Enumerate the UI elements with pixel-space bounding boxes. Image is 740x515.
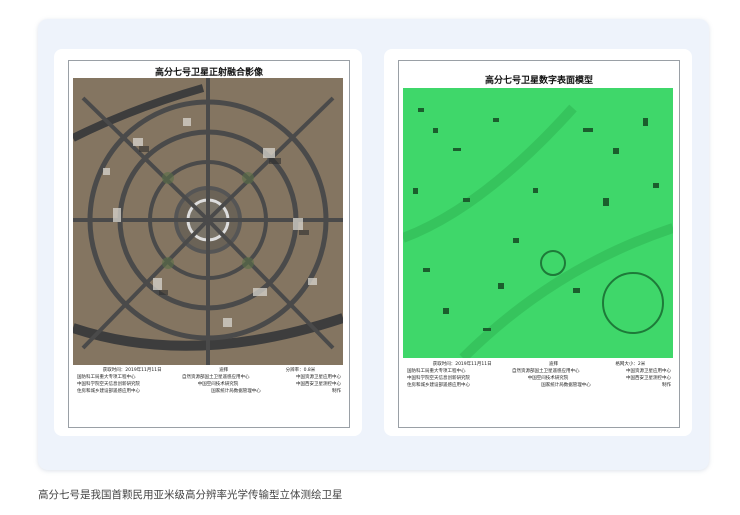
dsm-info: 获取时间：2019年11月11日 迪拜 格网大小：2米 国防科工局重大专项工程中… (407, 361, 671, 389)
orthophoto-info: 获取时间：2019年11月11日 迪拜 分辨率：0.8米 国防科工局重大专项工程… (77, 367, 341, 395)
org-label: 中国科学院空天信息创新研究院 (77, 382, 140, 387)
org-label: 中国空间技术研究院 (527, 376, 569, 381)
org-label: 制作 (332, 389, 341, 394)
orthophoto-card: 高分七号卫星正射融合影像 获取时间：2019年11月11日 迪拜 分辨率：0.8… (54, 49, 362, 436)
org-label: 中国科学院空天信息创新研究院 (407, 376, 470, 381)
orthophoto-place: 迪拜 (219, 368, 229, 373)
figure-caption: 高分七号是我国首颗民用亚米级高分辨率光学传输型立体测绘卫星 (38, 489, 343, 501)
orthophoto-image (73, 78, 343, 365)
org-label: 中国空间技术研究院 (197, 382, 239, 387)
dsm-grid: 格网大小：2米 (615, 362, 646, 367)
dsm-card: 高分七号卫星数字表面模型 获取时间：2019年11月11日 迪拜 格网大小：2米… (384, 49, 692, 436)
org-label: 自然资源部国土卫星遥感应用中心 (182, 375, 250, 380)
org-label: 国家统计局数据管理中心 (211, 389, 261, 394)
org-label: 制作 (662, 383, 671, 388)
dsm-place: 迪拜 (549, 362, 559, 367)
orthophoto-title: 高分七号卫星正射融合影像 (154, 68, 263, 78)
dsm-image (403, 88, 673, 358)
orthophoto-acquired: 获取时间：2019年11月11日 (102, 368, 162, 373)
orthophoto-resolution: 分辨率：0.8米 (285, 368, 316, 373)
dsm-map-sheet: 高分七号卫星数字表面模型 获取时间：2019年11月11日 迪拜 格网大小：2米… (398, 60, 680, 428)
orthophoto-map-sheet: 高分七号卫星正射融合影像 获取时间：2019年11月11日 迪拜 分辨率：0.8… (68, 60, 350, 428)
dsm-acquired: 获取时间：2019年11月11日 (432, 362, 492, 367)
org-label: 住房和城乡建设部遥感应用中心 (407, 383, 470, 388)
org-label: 自然资源部国土卫星遥感应用中心 (512, 369, 580, 374)
org-label: 国家统计局数据管理中心 (541, 383, 591, 388)
org-label: 中国西安卫星测控中心 (626, 376, 671, 381)
figure-frame: 高分七号卫星正射融合影像 获取时间：2019年11月11日 迪拜 分辨率：0.8… (38, 19, 709, 470)
org-label: 国防科工局重大专项工程中心 (407, 369, 466, 374)
org-label: 中国资源卫星应用中心 (296, 375, 341, 380)
org-label: 中国资源卫星应用中心 (626, 369, 671, 374)
org-label: 住房和城乡建设部遥感应用中心 (77, 389, 140, 394)
dsm-title: 高分七号卫星数字表面模型 (484, 76, 593, 86)
org-label: 国防科工局重大专项工程中心 (77, 375, 136, 380)
org-label: 中国西安卫星测控中心 (296, 382, 341, 387)
